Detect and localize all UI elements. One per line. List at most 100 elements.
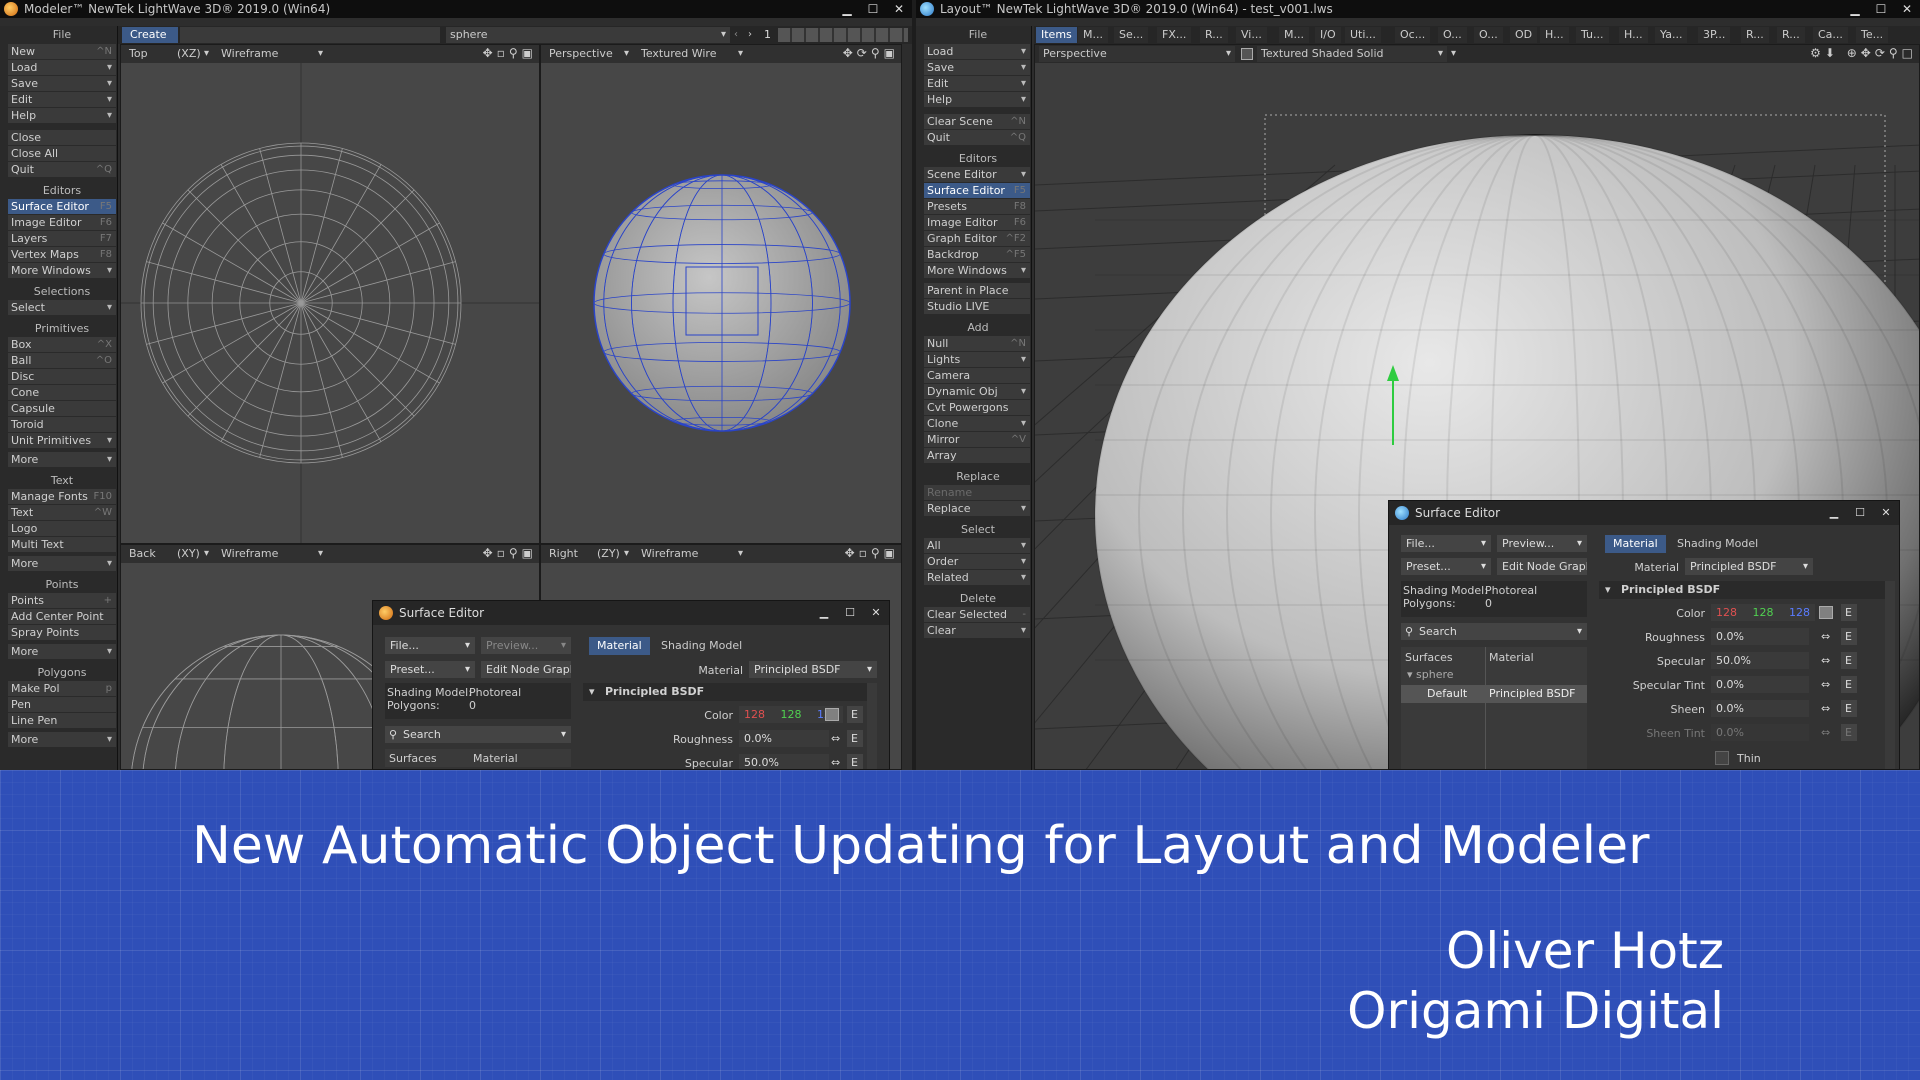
sidebar-item-graph-editor[interactable]: Graph Editor ^F2 bbox=[924, 231, 1030, 246]
sidebar-item-more-windows[interactable]: More Windows bbox=[8, 263, 116, 278]
viewport-perspective[interactable]: Perspective Textured Wire ✥⟳⚲▣ bbox=[540, 44, 902, 544]
sidebar-item-text[interactable]: Text ^W bbox=[8, 505, 116, 520]
sidebar-item-close-all[interactable]: Close All bbox=[8, 146, 116, 161]
sidebar-item-select[interactable]: Select bbox=[8, 300, 116, 315]
edit-node-graph-button[interactable]: Edit Node Graph bbox=[481, 661, 571, 678]
edit-node-graph-button[interactable]: Edit Node Graph bbox=[1497, 558, 1587, 575]
color-env-button[interactable]: E bbox=[847, 706, 863, 723]
tab-vi-[interactable]: Vi... bbox=[1236, 27, 1267, 43]
color-r[interactable]: 128 bbox=[1716, 606, 1737, 619]
tab-uti-[interactable]: Uti... bbox=[1345, 27, 1381, 43]
layer-slots[interactable] bbox=[778, 28, 908, 42]
sheen-env-button[interactable]: E bbox=[1841, 700, 1857, 717]
specular-env-button[interactable]: E bbox=[1841, 652, 1857, 669]
sidebar-item-unit-primitives[interactable]: Unit Primitives bbox=[8, 433, 116, 448]
sidebar-item-quit[interactable]: Quit ^Q bbox=[924, 130, 1030, 145]
dialog-titlebar[interactable]: Surface Editor ▁ ☐ ✕ bbox=[373, 601, 889, 625]
view-select[interactable]: Right bbox=[545, 546, 589, 562]
tab-shading-model[interactable]: Shading Model bbox=[653, 637, 751, 655]
sidebar-item-quit[interactable]: Quit ^Q bbox=[8, 162, 116, 177]
roughness-input[interactable]: 0.0% bbox=[1711, 628, 1809, 645]
specular-input[interactable]: 50.0% bbox=[739, 754, 829, 769]
color-field[interactable]: 128 128 128 bbox=[1711, 604, 1815, 621]
viewport-top[interactable]: Top (XZ) Wireframe ✥▫⚲▣ bbox=[120, 44, 540, 544]
tab-h-[interactable]: H... bbox=[1619, 27, 1648, 43]
tab-od[interactable]: OD bbox=[1510, 27, 1538, 43]
modeler-titlebar[interactable]: Modeler™ NewTek LightWave 3D® 2019.0 (Wi… bbox=[0, 0, 912, 18]
sidebar-item-line-pen[interactable]: Line Pen bbox=[8, 713, 116, 728]
sidebar-item-help[interactable]: Help bbox=[924, 92, 1030, 107]
sheen-tint-slider-icon[interactable]: ⇔ bbox=[1821, 726, 1830, 739]
tab-o-[interactable]: O... bbox=[1438, 27, 1467, 43]
sidebar-item-dynamic-obj[interactable]: Dynamic Obj bbox=[924, 384, 1030, 399]
sidebar-item-presets[interactable]: Presets F8 bbox=[924, 199, 1030, 214]
sidebar-item-save[interactable]: Save bbox=[924, 60, 1030, 75]
sidebar-item-toroid[interactable]: Toroid bbox=[8, 417, 116, 432]
sidebar-item-box[interactable]: Box ^X bbox=[8, 337, 116, 352]
tree-expand-icon[interactable]: ▾ bbox=[1407, 668, 1416, 681]
color-g[interactable]: 128 bbox=[1753, 606, 1774, 619]
sidebar-item-vertex-maps[interactable]: Vertex Maps F8 bbox=[8, 247, 116, 262]
axis-select[interactable]: (ZY) bbox=[593, 546, 633, 562]
tab-3p-[interactable]: 3P... bbox=[1698, 27, 1731, 43]
close-icon[interactable]: ✕ bbox=[863, 601, 889, 619]
sidebar-item-order[interactable]: Order bbox=[924, 554, 1030, 569]
sheen-slider-icon[interactable]: ⇔ bbox=[1821, 702, 1830, 715]
sidebar-item-clone[interactable]: Clone bbox=[924, 416, 1030, 431]
sidebar-item-logo[interactable]: Logo bbox=[8, 521, 116, 536]
sidebar-item-clear-selected[interactable]: Clear Selected - bbox=[924, 607, 1030, 622]
tab-ya-[interactable]: Ya... bbox=[1655, 27, 1688, 43]
color-swatch[interactable] bbox=[1819, 606, 1833, 619]
tab-se-[interactable]: Se... bbox=[1114, 27, 1149, 43]
sidebar-item-load[interactable]: Load bbox=[8, 60, 116, 75]
panel-scrollbar[interactable] bbox=[1885, 581, 1895, 769]
sidebar-item-all[interactable]: All bbox=[924, 538, 1030, 553]
panel-scrollbar[interactable] bbox=[867, 683, 877, 769]
tab-h-[interactable]: H... bbox=[1540, 27, 1569, 43]
sidebar-item-points[interactable]: Points + bbox=[8, 593, 116, 608]
tab-te-[interactable]: Te... bbox=[1856, 27, 1889, 43]
sidebar-item-capsule[interactable]: Capsule bbox=[8, 401, 116, 416]
sidebar-item-make-pol[interactable]: Make Pol p bbox=[8, 681, 116, 696]
sidebar-item-add-center-point[interactable]: Add Center Point bbox=[8, 609, 116, 624]
sidebar-item-cone[interactable]: Cone bbox=[8, 385, 116, 400]
sidebar-item-mirror[interactable]: Mirror ^V bbox=[924, 432, 1030, 447]
sidebar-item-pen[interactable]: Pen bbox=[8, 697, 116, 712]
tab-tu-[interactable]: Tu... bbox=[1576, 27, 1609, 43]
layer-next-icon[interactable]: › bbox=[748, 27, 760, 43]
sidebar-item-load[interactable]: Load bbox=[924, 44, 1030, 59]
close-icon[interactable]: ✕ bbox=[1894, 0, 1920, 18]
tab-r-[interactable]: R... bbox=[1741, 27, 1769, 43]
color-r[interactable]: 128 bbox=[744, 708, 765, 721]
sidebar-item-new[interactable]: New ^N bbox=[8, 44, 116, 59]
sidebar-item-multi-text[interactable]: Multi Text bbox=[8, 537, 116, 552]
sidebar-item-help[interactable]: Help bbox=[8, 108, 116, 123]
material-select[interactable]: Principled BSDF bbox=[1685, 558, 1813, 575]
maximize-icon[interactable]: ☐ bbox=[1868, 0, 1894, 18]
tab-r-[interactable]: R... bbox=[1777, 27, 1805, 43]
file-menu[interactable]: File... bbox=[1401, 535, 1491, 552]
sidebar-item-null[interactable]: Null ^N bbox=[924, 336, 1030, 351]
layout-titlebar[interactable]: Layout™ NewTek LightWave 3D® 2019.0 (Win… bbox=[916, 0, 1920, 18]
sidebar-item-clear[interactable]: Clear bbox=[924, 623, 1030, 638]
tab-oc-[interactable]: Oc... bbox=[1395, 27, 1431, 43]
maximize-icon[interactable]: ☐ bbox=[837, 601, 863, 619]
sidebar-item-layers[interactable]: Layers F7 bbox=[8, 231, 116, 246]
minimize-icon[interactable]: ▁ bbox=[811, 601, 837, 619]
close-icon[interactable]: ✕ bbox=[886, 0, 912, 18]
object-select[interactable]: sphere bbox=[446, 27, 730, 43]
sidebar-item-lights[interactable]: Lights bbox=[924, 352, 1030, 367]
sidebar-item-camera[interactable]: Camera bbox=[924, 368, 1030, 383]
more-button[interactable]: More bbox=[8, 732, 116, 747]
sidebar-item-disc[interactable]: Disc bbox=[8, 369, 116, 384]
sidebar-item-manage-fonts[interactable]: Manage Fonts F10 bbox=[8, 489, 116, 504]
minimize-icon[interactable]: ▁ bbox=[1842, 0, 1868, 18]
minimize-icon[interactable]: ▁ bbox=[834, 0, 860, 18]
roughness-slider-icon[interactable]: ⇔ bbox=[1821, 630, 1830, 643]
preview-menu[interactable]: Preview... bbox=[1497, 535, 1587, 552]
color-b[interactable]: 128 bbox=[1789, 606, 1810, 619]
sidebar-item-parent-in-place[interactable]: Parent in Place bbox=[924, 283, 1030, 298]
tab-m-[interactable]: M... bbox=[1279, 27, 1309, 43]
tab-m-[interactable]: M... bbox=[1078, 27, 1108, 43]
sidebar-item-cvt-powergons[interactable]: Cvt Powergons bbox=[924, 400, 1030, 415]
